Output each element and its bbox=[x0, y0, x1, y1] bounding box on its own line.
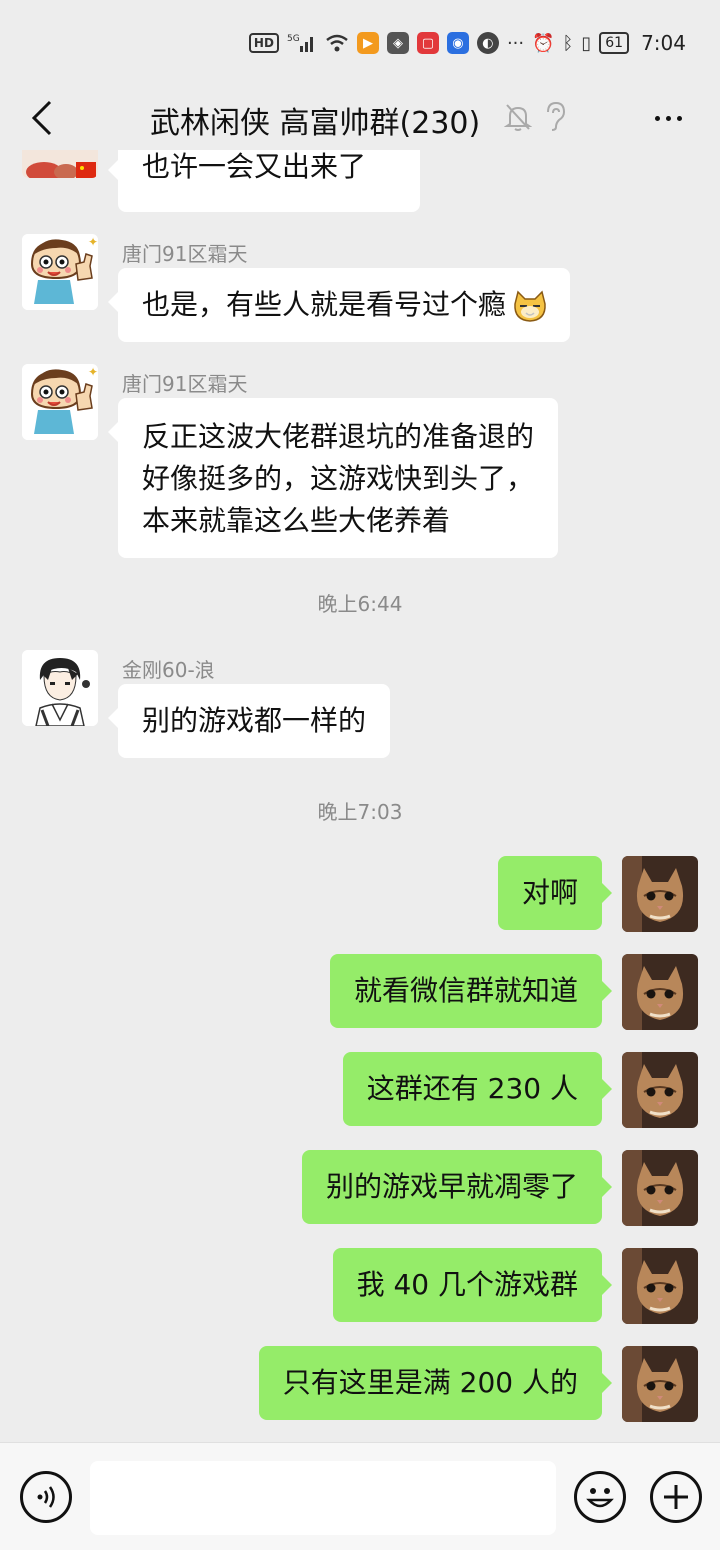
message-bubble[interactable]: 也是，有些人就是看号过个瘾 bbox=[107, 268, 571, 342]
cat-photo-avatar bbox=[622, 856, 698, 932]
avatar[interactable] bbox=[622, 856, 698, 932]
signal-icon: 5G bbox=[287, 31, 317, 55]
svg-text:5G: 5G bbox=[287, 34, 300, 44]
more-icon-dot bbox=[676, 115, 682, 121]
bulb-app-icon: ◉ bbox=[446, 32, 469, 54]
message-bubble[interactable]: 别的游戏都一样的 bbox=[107, 684, 391, 758]
message-bubble[interactable]: 就看微信群就知道 bbox=[329, 954, 613, 1028]
avatar[interactable] bbox=[22, 650, 98, 726]
message-bubble[interactable]: 只有这里是满 200 人的 bbox=[258, 1346, 613, 1420]
battery-icon: 61 bbox=[599, 32, 630, 54]
bluetooth-icon: ᛒ bbox=[562, 32, 574, 54]
emoji-icon bbox=[586, 1488, 614, 1508]
plus-icon bbox=[664, 1485, 688, 1509]
back-icon bbox=[31, 100, 52, 136]
chat-title: 武林闲侠 高富帅群(230) bbox=[150, 106, 481, 141]
avatar[interactable] bbox=[622, 954, 698, 1030]
emoji-button[interactable] bbox=[574, 1471, 626, 1523]
cat-photo-avatar bbox=[622, 1052, 698, 1128]
video-app-icon: ▶ bbox=[356, 32, 379, 54]
avatar[interactable] bbox=[22, 150, 98, 178]
status-bar: HD 5G ▶ ◈ ▢ ◉ ◐ ··· ⏰ ᛒ ▯ 61 7:04 bbox=[0, 0, 720, 86]
timestamp: 晚上6:44 bbox=[317, 592, 403, 616]
shield-app-icon: ◈ bbox=[386, 32, 409, 54]
timestamp: 晚上7:03 bbox=[317, 800, 403, 824]
message-line: 本来就靠这么些大佬养着 bbox=[142, 504, 451, 537]
cat-photo-avatar bbox=[622, 1248, 698, 1324]
back-button[interactable] bbox=[22, 94, 62, 142]
message-line: 反正这波大佬群退坑的准备退的 bbox=[142, 420, 535, 453]
cat-photo-avatar bbox=[622, 954, 698, 1030]
cat-photo-avatar bbox=[622, 1346, 698, 1422]
ear-icon bbox=[547, 101, 566, 131]
clock: 7:04 bbox=[641, 31, 686, 55]
message-bubble[interactable]: 对啊 bbox=[497, 856, 613, 930]
message-bubble[interactable]: 这群还有 230 人 bbox=[342, 1052, 613, 1126]
svg-text:✦: ✦ bbox=[88, 235, 98, 249]
alarm-icon: ⏰ bbox=[532, 32, 555, 54]
sender-name: 唐门91区霜天 bbox=[122, 372, 248, 396]
plus-button[interactable] bbox=[650, 1471, 702, 1523]
title-bar: 武林闲侠 高富帅群(230) bbox=[0, 86, 720, 150]
avatar[interactable] bbox=[622, 1248, 698, 1324]
svg-text:✦: ✦ bbox=[88, 365, 98, 379]
wifi-icon bbox=[325, 31, 349, 55]
message-input[interactable] bbox=[90, 1461, 556, 1535]
cartoon-thumbs-up-avatar: ✦ bbox=[22, 234, 98, 310]
avatar[interactable] bbox=[622, 1346, 698, 1422]
cartoon-thumbs-up-avatar: ✦ bbox=[22, 364, 98, 440]
more-icon-dot bbox=[654, 115, 660, 121]
input-bar bbox=[0, 1442, 720, 1550]
sender-name: 金刚60-浪 bbox=[122, 658, 215, 682]
message-text: 也是，有些人就是看号过个瘾 bbox=[142, 288, 507, 321]
message-line: 好像挺多的，这游戏快到头了， bbox=[142, 462, 535, 495]
avatar[interactable]: ✦ bbox=[22, 364, 98, 440]
browser-app-icon: ◐ bbox=[476, 32, 499, 54]
message-bubble[interactable]: 反正这波大佬群退坑的准备退的 好像挺多的，这游戏快到头了， 本来就靠这么些大佬养… bbox=[107, 398, 559, 558]
message-bubble[interactable]: 也许一会又出来了 bbox=[108, 150, 420, 212]
avatar[interactable] bbox=[622, 1150, 698, 1226]
more-icon-dot bbox=[665, 115, 671, 121]
more-button[interactable] bbox=[646, 100, 690, 136]
message-list[interactable]: 也许一会又出来了 ✦ 唐门91区霜天 也是，有些人就是看号过个瘾 ✦ 唐门91区… bbox=[0, 150, 720, 1442]
voice-button[interactable] bbox=[20, 1471, 72, 1523]
avatar[interactable] bbox=[622, 1052, 698, 1128]
message-bubble[interactable]: 我 40 几个游戏群 bbox=[332, 1248, 613, 1322]
voice-icon bbox=[37, 1486, 55, 1508]
vibrate-icon: ▯ bbox=[581, 32, 592, 54]
partial-avatar-image bbox=[22, 150, 98, 178]
cat-emoji-icon bbox=[514, 290, 546, 322]
anime-boy-avatar bbox=[22, 650, 98, 726]
message-bubble[interactable]: 别的游戏早就凋零了 bbox=[301, 1150, 613, 1224]
more-notifications-icon: ··· bbox=[506, 32, 525, 54]
red-app-icon: ▢ bbox=[416, 32, 439, 54]
sender-name: 唐门91区霜天 bbox=[122, 242, 248, 266]
avatar[interactable]: ✦ bbox=[22, 234, 98, 310]
cat-photo-avatar bbox=[622, 1150, 698, 1226]
hd-icon: HD bbox=[248, 33, 279, 53]
mute-bell-icon bbox=[504, 104, 532, 131]
